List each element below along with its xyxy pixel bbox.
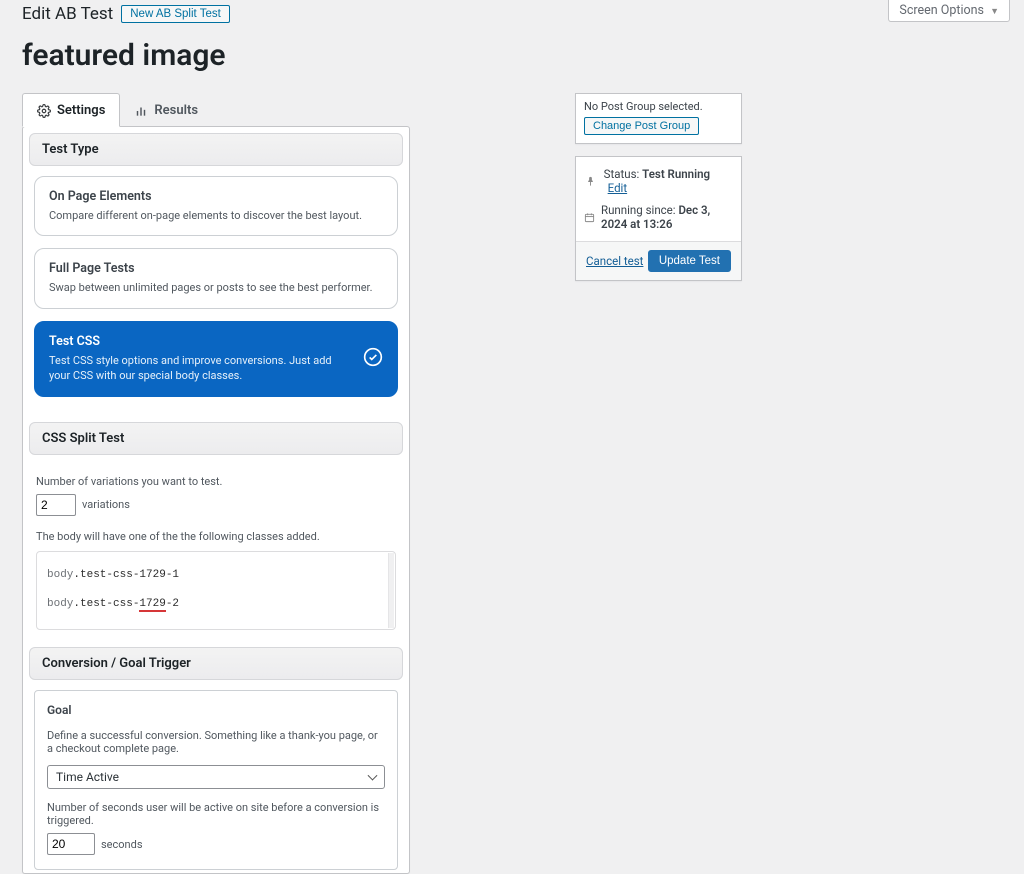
goal-desc: Define a successful conversion. Somethin… <box>47 729 385 755</box>
calendar-icon <box>584 212 595 223</box>
section-css-split: CSS Split Test <box>29 422 403 455</box>
section-test-type: Test Type <box>29 133 403 166</box>
cancel-test-link[interactable]: Cancel test <box>586 254 643 268</box>
seconds-label: Number of seconds user will be active on… <box>47 801 385 827</box>
goal-label: Goal <box>47 703 385 717</box>
opt-title: On Page Elements <box>49 189 383 204</box>
tabs: Settings Results <box>22 93 410 127</box>
test-type-option-full-page[interactable]: Full Page Tests Swap between unlimited p… <box>34 248 398 308</box>
goal-select-value: Time Active <box>56 770 119 784</box>
seconds-suffix: seconds <box>101 838 143 851</box>
status-edit-link[interactable]: Edit <box>608 181 627 195</box>
seconds-input[interactable] <box>47 833 95 855</box>
gear-icon <box>37 104 51 118</box>
new-test-button[interactable]: New AB Split Test <box>121 5 230 23</box>
check-circle-icon <box>363 347 383 371</box>
test-type-option-css[interactable]: Test CSS Test CSS style options and impr… <box>34 321 398 397</box>
goal-select[interactable]: Time Active <box>47 765 385 789</box>
body-note: The body will have one of the the follow… <box>36 530 396 543</box>
opt-desc: Compare different on-page elements to di… <box>49 208 383 223</box>
scrollbar[interactable] <box>388 553 394 629</box>
opt-title: Full Page Tests <box>49 261 383 276</box>
tab-results[interactable]: Results <box>120 93 212 127</box>
opt-desc: Swap between unlimited pages or posts to… <box>49 280 383 295</box>
variations-input[interactable] <box>36 494 76 516</box>
change-group-button[interactable]: Change Post Group <box>584 117 699 135</box>
screen-options-button[interactable]: Screen Options ▼ <box>888 0 1010 22</box>
tab-settings-label: Settings <box>57 103 105 118</box>
running-line: Running since: Dec 3, 2024 at 13:26 <box>601 203 733 231</box>
opt-desc: Test CSS style options and improve conve… <box>49 353 383 384</box>
page-heading: Edit AB Test <box>22 4 113 24</box>
pin-icon <box>584 176 598 187</box>
chevron-down-icon: ▼ <box>990 7 999 17</box>
screen-options-label: Screen Options <box>899 3 984 18</box>
post-group-box: No Post Group selected. Change Post Grou… <box>575 93 742 144</box>
opt-title: Test CSS <box>49 334 383 349</box>
tab-settings[interactable]: Settings <box>22 93 120 127</box>
update-test-button[interactable]: Update Test <box>648 250 731 272</box>
tab-results-label: Results <box>154 103 198 118</box>
body-classes-code: body.test-css-1729-1 body.test-css-1729-… <box>36 551 396 631</box>
variations-suffix: variations <box>82 498 130 511</box>
no-group-text: No Post Group selected. <box>584 100 733 113</box>
status-line: Status: Test Running Edit <box>604 167 733 195</box>
post-title: featured image <box>22 38 1004 73</box>
section-conversion: Conversion / Goal Trigger <box>29 647 403 680</box>
status-box: Status: Test Running Edit Running since:… <box>575 156 742 281</box>
variations-label: Number of variations you want to test. <box>36 475 396 488</box>
test-type-option-on-page[interactable]: On Page Elements Compare different on-pa… <box>34 176 398 236</box>
bar-chart-icon <box>134 104 148 118</box>
